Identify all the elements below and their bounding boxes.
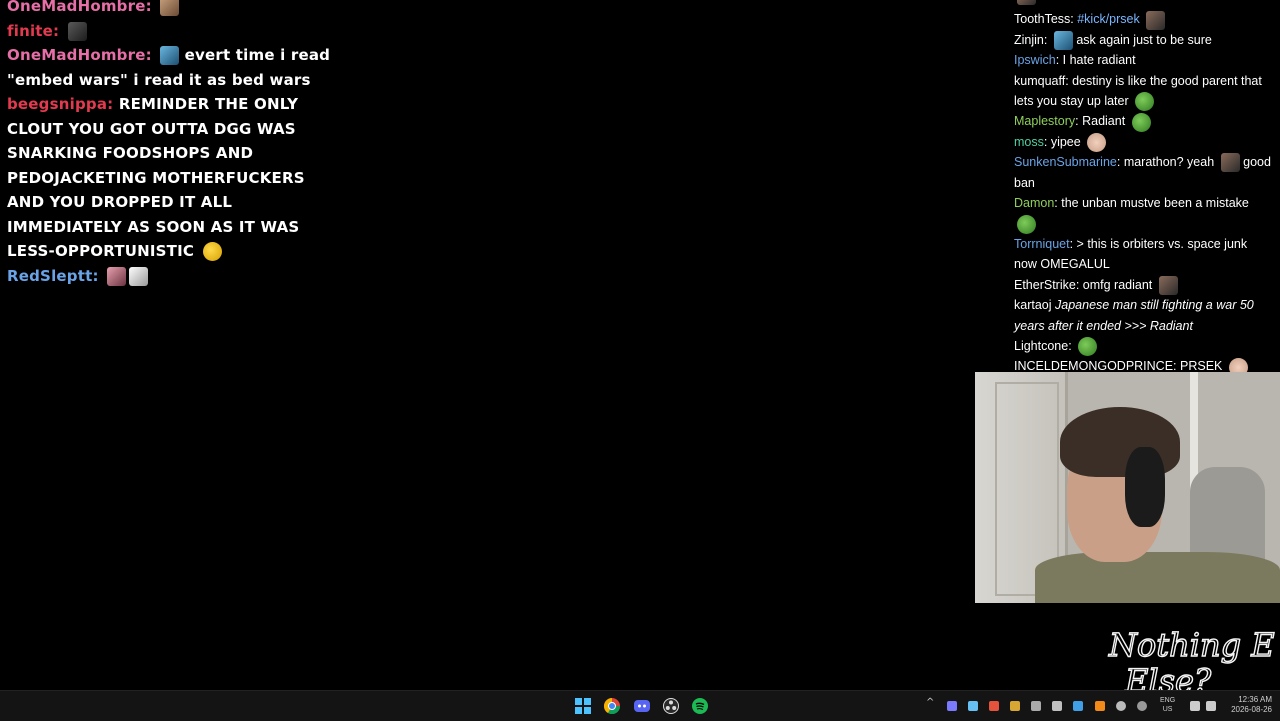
webcam-feed	[975, 372, 1280, 603]
chat-message: ToothTess: #kick/prsek	[1011, 9, 1273, 30]
chat-message: OneMadHombre:	[7, 0, 337, 19]
emote-icon	[1131, 112, 1151, 132]
chat-message: EtherStrike: omfg radiant	[1011, 275, 1273, 295]
volume-icon[interactable]	[1206, 701, 1216, 711]
emote-icon	[160, 46, 180, 65]
emote-icon	[67, 21, 87, 41]
clock-date: 2026-08-26	[1231, 705, 1272, 714]
emote-icon	[107, 266, 127, 286]
logo-svg: Nothing Else? Else?	[1107, 625, 1280, 700]
chat-text: marathon? yeah	[1123, 155, 1215, 170]
windows-start-icon[interactable]	[575, 698, 591, 714]
chat-message: finite:	[7, 19, 337, 44]
chat-text: Radiant	[1082, 114, 1126, 129]
emote-icon	[1078, 337, 1098, 357]
chat-message: OneMadHombre: evert time i read "embed w…	[7, 46, 331, 89]
chat-message: beegsnippa: REMINDER THE ONLY CLOUT YOU …	[7, 95, 305, 261]
emote-icon	[1087, 133, 1107, 153]
chat-text: omfg radiant	[1082, 277, 1153, 292]
tray-app-icon[interactable]	[1095, 701, 1105, 711]
chat-username: Lightcone	[1014, 338, 1069, 353]
chat-text: the unban mustve been a mistake	[1061, 196, 1249, 211]
chat-message: Lightcone:	[1011, 336, 1273, 357]
emote-icon	[1135, 92, 1155, 112]
brave-icon[interactable]	[989, 701, 999, 711]
emote-icon	[202, 242, 222, 261]
network-icon[interactable]	[1190, 701, 1200, 711]
chat-username: ToothTess	[1014, 12, 1071, 27]
chrome-icon[interactable]	[603, 698, 621, 715]
taskbar: ^ ENG US 12:36 AM 2026-08-26	[0, 690, 1280, 721]
chat-username: beegsnippa	[7, 95, 108, 113]
emote-icon	[1017, 214, 1036, 234]
microphone-icon[interactable]	[1116, 701, 1126, 711]
emote-icon	[160, 0, 180, 16]
chat-username: Ipswich	[1014, 53, 1056, 68]
system-clock[interactable]: 12:36 AM 2026-08-26	[1222, 695, 1272, 715]
tray-app-icon[interactable]	[1031, 701, 1041, 711]
chat-username: RedSleptt	[7, 266, 93, 285]
emote-icon	[1017, 0, 1036, 5]
chat-text: #kick/prsek	[1077, 12, 1140, 27]
chat-text: I hate radiant	[1062, 53, 1136, 68]
obs-icon[interactable]	[663, 698, 679, 714]
chat-username: Maplestory	[1014, 114, 1076, 129]
chat-username: Zinjin	[1014, 32, 1044, 47]
tray-app-icon[interactable]	[1137, 701, 1147, 711]
left-chat-overlay: OneMadHombre: finite: OneMadHombre: ever…	[7, 0, 337, 288]
region-code: US	[1162, 706, 1173, 713]
discord-icon[interactable]	[634, 698, 650, 714]
chat-username: SunkenSubmarine	[1014, 155, 1117, 170]
chat-username: OneMadHombre	[7, 46, 146, 64]
chat-message: Damon: the unban mustve been a mistake	[1011, 193, 1273, 234]
chat-username: kumquaff	[1014, 73, 1066, 88]
tray-app-icon[interactable]	[947, 701, 957, 711]
tray-app-icon[interactable]	[1010, 701, 1020, 711]
tray-overflow-chevron-icon[interactable]: ^	[926, 697, 936, 708]
clock-time: 12:36 AM	[1238, 695, 1272, 704]
emote-icon	[1158, 275, 1178, 295]
chat-username: finite	[7, 21, 54, 40]
tray-app-icon[interactable]	[1073, 701, 1083, 711]
chat-username: OneMadHombre	[7, 0, 146, 15]
chat-username: moss	[1014, 134, 1044, 149]
chat-message: Torrniquet: > this is orbiters vs. space…	[1014, 236, 1248, 272]
chat-message: Maplestory: Radiant	[1011, 111, 1273, 132]
emote-icon	[1220, 153, 1240, 173]
chat-message: RedSleptt:	[7, 264, 337, 289]
chat-username: Damon	[1014, 196, 1055, 211]
emote-icon	[1146, 10, 1166, 30]
tray-app-icon[interactable]	[1052, 701, 1062, 711]
emote-icon	[1053, 31, 1073, 51]
chat-message: Zinjin: ask again just to be sure	[1011, 30, 1273, 51]
chat-message: SunkenSubmarine: marathon? yeah good ban	[1014, 153, 1271, 190]
chat-username: Torrniquet	[1014, 236, 1070, 251]
chat-message	[1011, 0, 1273, 9]
spotify-icon[interactable]	[692, 698, 708, 714]
chat-username: EtherStrike	[1014, 277, 1076, 292]
steam-icon[interactable]	[968, 701, 978, 711]
nothing-else-logo: Nothing Else? Else?	[1105, 618, 1280, 700]
logo-text: Nothing Else?	[1108, 626, 1275, 664]
chat-message: moss: yipee	[1011, 132, 1273, 153]
chat-text: yipee	[1050, 134, 1081, 149]
chat-text: ask again just to be sure	[1076, 32, 1212, 47]
headphones-icon	[1125, 447, 1165, 527]
chat-text: REMINDER THE ONLY CLOUT YOU GOT OUTTA DG…	[7, 95, 305, 260]
webcam-person-shirt	[1035, 552, 1280, 603]
chat-username: kartaoj	[1014, 298, 1052, 313]
language-indicator[interactable]: ENG US	[1160, 696, 1175, 714]
language-code: ENG	[1160, 697, 1176, 704]
right-chat-overlay: ToothTess: #kick/prsek Zinjin: ask again…	[1011, 0, 1273, 377]
chat-message: kartaoj Japanese man still fighting a wa…	[1011, 295, 1273, 336]
chat-message: kumquaff: destiny is like the good paren…	[1011, 71, 1273, 112]
chat-message: Ipswich: I hate radiant	[1014, 53, 1136, 68]
emote-icon	[129, 266, 149, 286]
